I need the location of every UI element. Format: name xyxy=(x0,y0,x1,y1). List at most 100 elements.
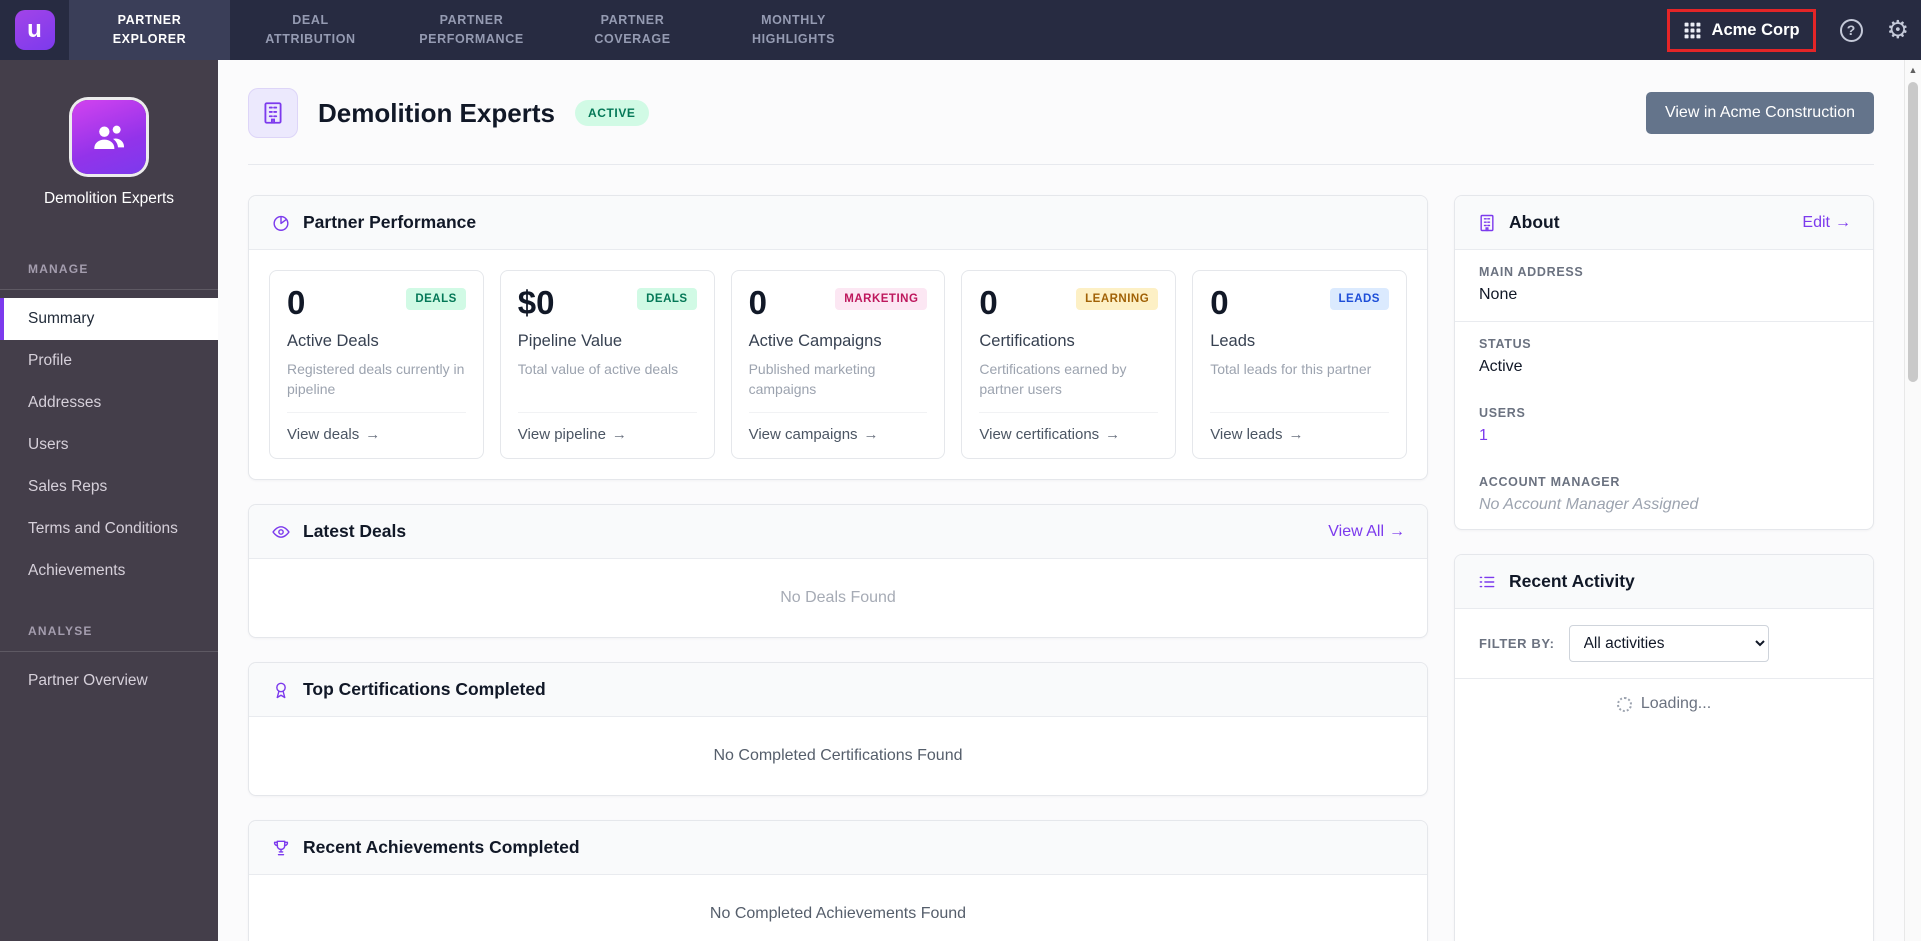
sidebar-item-achievements[interactable]: Achievements xyxy=(0,550,218,592)
arrow-right-icon: → xyxy=(365,426,381,444)
help-icon[interactable]: ? xyxy=(1839,18,1863,42)
about-card: About Edit → Main Address None Status Act… xyxy=(1454,195,1874,530)
field-value: Active xyxy=(1479,358,1523,375)
view-leads-link[interactable]: View leads → xyxy=(1210,412,1389,443)
stat-label: Active Deals xyxy=(287,331,379,350)
stat-tile-leads: 0 Leads Leads Total leads for this partn… xyxy=(1192,270,1407,460)
stat-description: Total value of active deals xyxy=(517,360,679,377)
tab-deal-attribution[interactable]: Deal Attribution xyxy=(230,0,391,60)
top-certifications-header: Top Certifications Completed xyxy=(249,663,1427,718)
scroll-up-arrow[interactable]: ▲ xyxy=(1905,60,1921,80)
stat-value: $0 xyxy=(517,284,555,321)
loading-indicator: Loading... xyxy=(1616,695,1712,713)
stat-category-badge: Marketing xyxy=(835,288,928,310)
app-logo[interactable]: u xyxy=(0,0,69,60)
sidebar: Demolition Experts Manage Summary Profil… xyxy=(0,60,218,941)
partner-avatar xyxy=(72,100,146,174)
sidebar-partner-block: Demolition Experts xyxy=(0,60,218,230)
sidebar-item-summary[interactable]: Summary xyxy=(0,298,218,340)
stat-tile-pipeline-value: $0 Deals Pipeline Value Total value of a… xyxy=(499,270,715,460)
view-deals-link[interactable]: View deals → xyxy=(287,412,466,443)
arrow-right-icon: → xyxy=(863,426,879,444)
partner-performance-card: Partner Performance 0 Deals Active Deals… xyxy=(248,195,1428,481)
scrollbar-thumb[interactable] xyxy=(1908,82,1918,382)
top-navbar: u Partner Explorer Deal Attribution Part… xyxy=(0,0,1921,60)
stat-label: Pipeline Value xyxy=(517,331,623,350)
card-title: Latest Deals xyxy=(303,521,407,542)
view-all-link[interactable]: View All → xyxy=(1328,523,1405,541)
sidebar-section-analyse: Analyse Partner Overview xyxy=(0,610,218,702)
sidebar-item-profile[interactable]: Profile xyxy=(0,340,218,382)
activity-filter-select[interactable]: All activities xyxy=(1568,625,1769,662)
field-label: Users xyxy=(1479,406,1526,420)
activity-list-icon xyxy=(1479,576,1495,587)
sidebar-item-users[interactable]: Users xyxy=(0,424,218,466)
loading-text: Loading... xyxy=(1640,695,1712,712)
sidebar-item-addresses[interactable]: Addresses xyxy=(0,382,218,424)
tab-monthly-highlights[interactable]: Monthly Highlights xyxy=(713,0,874,60)
field-value: No Account Manager Assigned xyxy=(1479,496,1699,513)
vertical-scrollbar[interactable]: ▲ xyxy=(1904,60,1921,941)
view-campaigns-link[interactable]: View campaigns → xyxy=(748,412,928,444)
org-switcher-label: Acme Corp xyxy=(1711,20,1800,39)
view-in-acme-construction-button[interactable]: View in Acme Construction xyxy=(1645,92,1874,134)
stat-value: 0 xyxy=(979,284,998,321)
stat-category-badge: Learning xyxy=(1076,288,1159,310)
view-certifications-link[interactable]: View certifications → xyxy=(979,412,1159,443)
main-column: Partner Performance 0 Deals Active Deals… xyxy=(248,195,1428,941)
sidebar-item-sales-reps[interactable]: Sales Reps xyxy=(0,466,218,508)
users-group-icon xyxy=(94,125,124,149)
tab-partner-coverage[interactable]: Partner Coverage xyxy=(552,0,713,60)
tab-partner-performance[interactable]: Partner Performance xyxy=(391,0,552,60)
activity-filter-row: Filter by: All activities xyxy=(1455,609,1873,679)
card-title: About xyxy=(1509,212,1560,232)
top-certifications-card: Top Certifications Completed No Complete… xyxy=(248,662,1428,797)
tab-partner-explorer[interactable]: Partner Explorer xyxy=(69,0,230,60)
medal-icon xyxy=(276,682,286,699)
partner-performance-header: Partner Performance xyxy=(249,196,1427,250)
sidebar-item-partner-overview[interactable]: Partner Overview xyxy=(0,660,218,702)
stat-description: Certifications earned by partner users xyxy=(979,360,1127,397)
edit-about-link[interactable]: Edit → xyxy=(1802,214,1851,232)
stat-value: 0 xyxy=(748,284,767,321)
stat-category-badge: Deals xyxy=(637,288,697,310)
stat-value: 0 xyxy=(287,284,306,321)
about-main-address-row: Main Address None xyxy=(1455,250,1873,322)
page-title: Demolition Experts xyxy=(318,97,555,128)
org-switcher-button[interactable]: Acme Corp xyxy=(1670,12,1813,49)
arrow-right-icon: → xyxy=(1288,426,1304,444)
no-deals-found-text: No Deals Found xyxy=(780,589,896,607)
sidebar-section-manage: Manage Summary Profile Addresses Users S… xyxy=(0,248,218,592)
side-column: About Edit → Main Address None Status Act… xyxy=(1454,195,1874,941)
about-body: Main Address None Status Active Users 1 xyxy=(1455,250,1873,529)
view-pipeline-link[interactable]: View pipeline → xyxy=(517,412,697,444)
main-content: Demolition Experts Active View in Acme C… xyxy=(218,60,1904,941)
status-badge: Active xyxy=(574,100,649,126)
stat-label: Leads xyxy=(1210,331,1256,350)
recent-achievements-header: Recent Achievements Completed xyxy=(249,821,1427,876)
stat-category-badge: Leads xyxy=(1329,288,1389,310)
arrow-right-icon: → xyxy=(1389,522,1405,540)
activity-body: Loading... xyxy=(1455,679,1873,941)
sidebar-item-terms-and-conditions[interactable]: Terms and Conditions xyxy=(0,508,218,550)
partner-building-icon xyxy=(248,88,298,138)
no-achievements-found-text: No Completed Achievements Found xyxy=(709,905,967,923)
settings-gear-icon[interactable]: ⚙ xyxy=(1887,17,1909,43)
no-certifications-found-text: No Completed Certifications Found xyxy=(713,747,963,765)
about-users-value-link[interactable]: 1 xyxy=(1479,427,1849,445)
annotation-highlight: Acme Corp xyxy=(1666,8,1816,52)
trophy-icon xyxy=(273,840,289,856)
about-header: About Edit → xyxy=(1455,196,1873,250)
filter-by-label: Filter by: xyxy=(1479,636,1555,651)
about-users-row: Users 1 xyxy=(1455,391,1873,460)
latest-deals-header: Latest Deals View All → xyxy=(249,505,1427,560)
page-header: Demolition Experts Active View in Acme C… xyxy=(248,60,1874,165)
building-icon xyxy=(1480,214,1494,231)
sidebar-section-title: Analyse xyxy=(0,610,218,652)
pie-chart-icon xyxy=(273,215,289,231)
stat-tile-certifications: 0 Learning Certifications Certifications… xyxy=(961,270,1177,460)
stat-description: Total leads for this partner xyxy=(1210,360,1372,377)
recent-activity-header: Recent Activity xyxy=(1455,555,1873,609)
stat-tiles: 0 Deals Active Deals Registered deals cu… xyxy=(249,250,1427,479)
arrow-right-icon: → xyxy=(611,426,627,444)
